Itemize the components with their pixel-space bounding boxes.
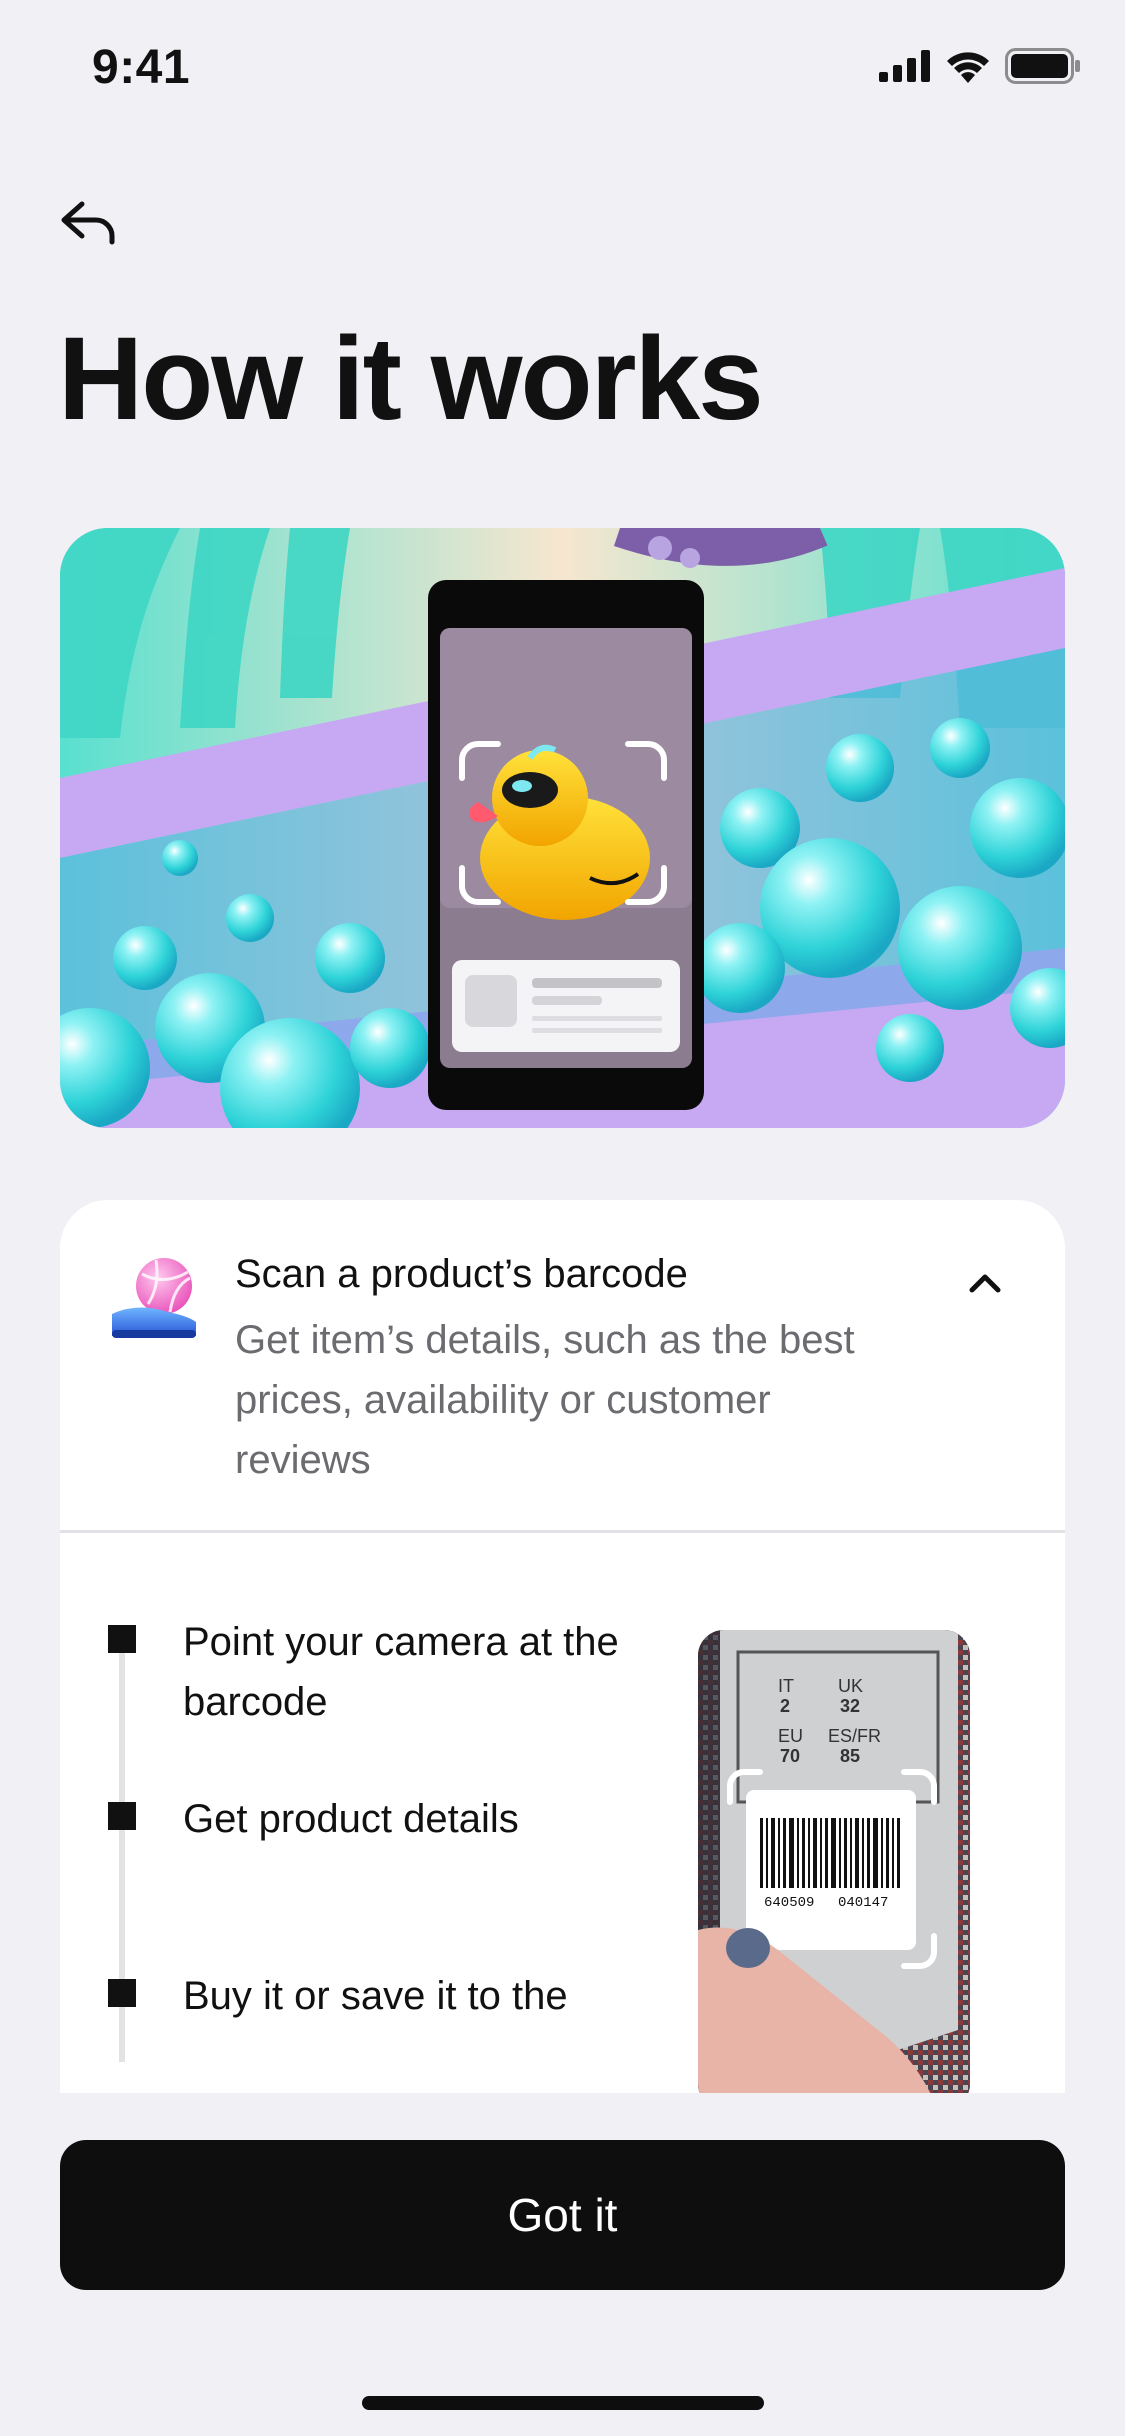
- status-time: 9:41: [92, 41, 191, 94]
- phone-scanning-duck-illustration: [60, 528, 1065, 1128]
- barcode-scan-photo: IT 2 UK 32 EU 70 ES/FR 85 640509 040147: [698, 1630, 970, 2093]
- page-title: How it works: [58, 313, 764, 445]
- hero-illustration: [60, 528, 1065, 1128]
- battery-icon: [1005, 48, 1080, 84]
- chevron-up-icon: [969, 1274, 1001, 1293]
- size-label-esfr: ES/FR: [828, 1726, 881, 1746]
- step-item: Buy it or save it to the: [183, 1974, 568, 2018]
- size-label-eu: EU: [778, 1726, 803, 1746]
- step-marker: [108, 1802, 136, 1830]
- home-indicator: [362, 2396, 764, 2410]
- status-icons: [879, 48, 1081, 84]
- step-marker: [108, 1979, 136, 2007]
- cellular-signal-icon: [879, 50, 930, 82]
- size-value-eu: 70: [780, 1746, 800, 1766]
- feature-card: Scan a product’s barcode Get item’s deta…: [60, 1200, 1065, 2093]
- size-value-uk: 32: [840, 1696, 860, 1716]
- back-button[interactable]: [56, 190, 120, 254]
- step-item: Point your camera at the barcode: [183, 1620, 619, 1724]
- status-bar: 9:41: [0, 0, 1125, 140]
- got-it-button[interactable]: Got it: [60, 2140, 1065, 2290]
- barcode-number-left: 640509: [764, 1895, 814, 1911]
- size-value-it: 2: [780, 1696, 790, 1716]
- size-label-uk: UK: [838, 1676, 863, 1696]
- barcode-number-right: 040147: [838, 1895, 888, 1911]
- step-item: Get product details: [183, 1797, 519, 1841]
- collapse-toggle-button[interactable]: [960, 1258, 1010, 1308]
- size-label-it: IT: [778, 1676, 794, 1696]
- sneaker-ball-icon: [108, 1256, 200, 1342]
- step-marker: [108, 1625, 136, 1653]
- card-description: Get item’s details, such as the best pri…: [235, 1318, 855, 1482]
- back-arrow-icon: [61, 201, 115, 245]
- card-title: Scan a product’s barcode: [235, 1252, 688, 1296]
- size-value-esfr: 85: [840, 1746, 860, 1766]
- wifi-icon: [947, 52, 989, 83]
